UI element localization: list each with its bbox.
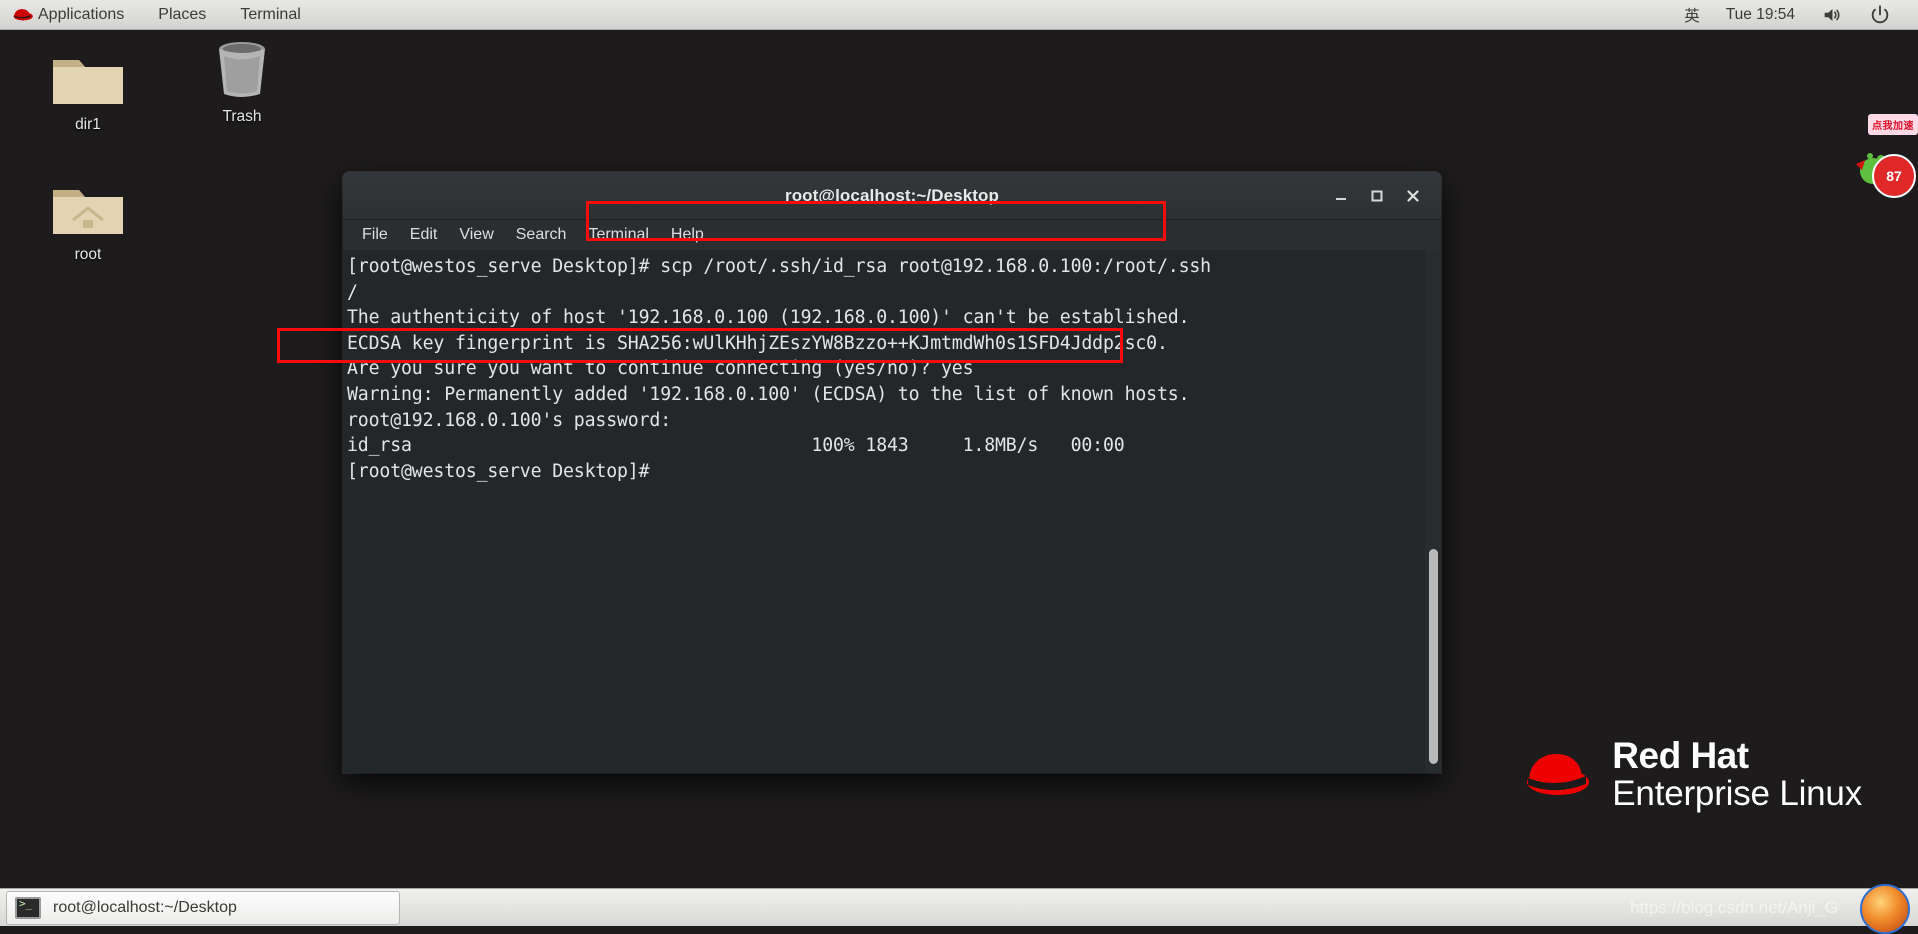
- maximize-button[interactable]: [1359, 178, 1395, 214]
- desktop-icon-root-label: root: [28, 246, 148, 264]
- terminal-icon: [15, 897, 41, 919]
- terminal-title-bar[interactable]: root@localhost:~/Desktop: [343, 172, 1441, 220]
- desktop-icon-root[interactable]: root: [28, 178, 148, 264]
- rhel-brand-line2: Enterprise Linux: [1612, 776, 1862, 812]
- desktop-surface[interactable]: dir1 Trash root: [0, 30, 1918, 896]
- menu-places[interactable]: Places: [141, 0, 223, 29]
- desktop-icon-trash-label: Trash: [182, 108, 302, 126]
- clock-label: Tue 19:54: [1726, 6, 1795, 24]
- volume-button[interactable]: [1808, 0, 1856, 29]
- trash-icon: [182, 40, 302, 102]
- menu-item-file[interactable]: File: [351, 224, 399, 246]
- terminal-scrollbar-thumb[interactable]: [1429, 549, 1438, 764]
- terminal-window[interactable]: root@localhost:~/Desktop: [343, 172, 1441, 773]
- maximize-icon: [1369, 188, 1385, 204]
- input-method-indicator[interactable]: 英: [1671, 0, 1713, 29]
- power-icon: [1869, 4, 1891, 26]
- terminal-output-area[interactable]: [root@westos_serve Desktop]# scp /root/.…: [343, 250, 1441, 773]
- minimize-button[interactable]: [1323, 178, 1359, 214]
- taskbar-window-label: root@localhost:~/Desktop: [53, 899, 237, 917]
- terminal-scrollbar[interactable]: [1425, 250, 1441, 773]
- input-method-label: 英: [1684, 4, 1700, 26]
- tray-disc-icon[interactable]: [1860, 884, 1910, 934]
- window-controls: [1323, 172, 1431, 219]
- clock[interactable]: Tue 19:54: [1713, 0, 1808, 29]
- terminal-text: [root@westos_serve Desktop]# scp /root/.…: [343, 250, 1211, 484]
- menu-item-view[interactable]: View: [448, 224, 504, 246]
- top-panel: Applications Places Terminal 英 Tue 19:54: [0, 0, 1918, 30]
- rhel-brand-line1: Red Hat: [1612, 737, 1862, 775]
- menu-item-help[interactable]: Help: [660, 224, 715, 246]
- rhel-brand: Red Hat Enterprise Linux: [1516, 737, 1862, 812]
- speedup-ad-badge[interactable]: 87: [1872, 154, 1916, 198]
- terminal-title: root@localhost:~/Desktop: [785, 186, 999, 206]
- terminal-menu-bar: File Edit View Search Terminal Help: [343, 220, 1441, 250]
- minimize-icon: [1333, 188, 1349, 204]
- speedup-ad-widget[interactable]: 点我加速 87: [1840, 110, 1918, 200]
- close-button[interactable]: [1395, 178, 1431, 214]
- menu-item-search[interactable]: Search: [505, 224, 578, 246]
- home-folder-icon: [28, 178, 148, 240]
- menu-applications-label: Applications: [38, 6, 124, 24]
- taskbar-window-button[interactable]: root@localhost:~/Desktop: [6, 891, 400, 925]
- power-button[interactable]: [1856, 0, 1904, 29]
- desktop-icon-dir1-label: dir1: [28, 116, 148, 134]
- menu-terminal[interactable]: Terminal: [223, 0, 317, 29]
- speedup-ad-bubble[interactable]: 点我加速: [1868, 114, 1918, 135]
- menu-item-edit[interactable]: Edit: [399, 224, 449, 246]
- menu-terminal-label: Terminal: [240, 6, 300, 24]
- folder-icon: [28, 48, 148, 110]
- menu-item-terminal[interactable]: Terminal: [577, 224, 659, 246]
- close-icon: [1405, 188, 1421, 204]
- top-panel-left: Applications Places Terminal: [0, 0, 318, 29]
- menu-places-label: Places: [158, 6, 206, 24]
- desktop-icon-dir1[interactable]: dir1: [28, 48, 148, 134]
- rhel-brand-text: Red Hat Enterprise Linux: [1612, 737, 1862, 812]
- redhat-logo-icon: [10, 7, 34, 22]
- volume-icon: [1821, 4, 1843, 26]
- redhat-logo-icon: [1516, 746, 1594, 804]
- watermark: https://blog.csdn.net/Anji_G: [1630, 898, 1838, 918]
- menu-applications[interactable]: Applications: [0, 0, 141, 29]
- desktop-icon-trash[interactable]: Trash: [182, 40, 302, 126]
- top-panel-right: 英 Tue 19:54: [1671, 0, 1918, 29]
